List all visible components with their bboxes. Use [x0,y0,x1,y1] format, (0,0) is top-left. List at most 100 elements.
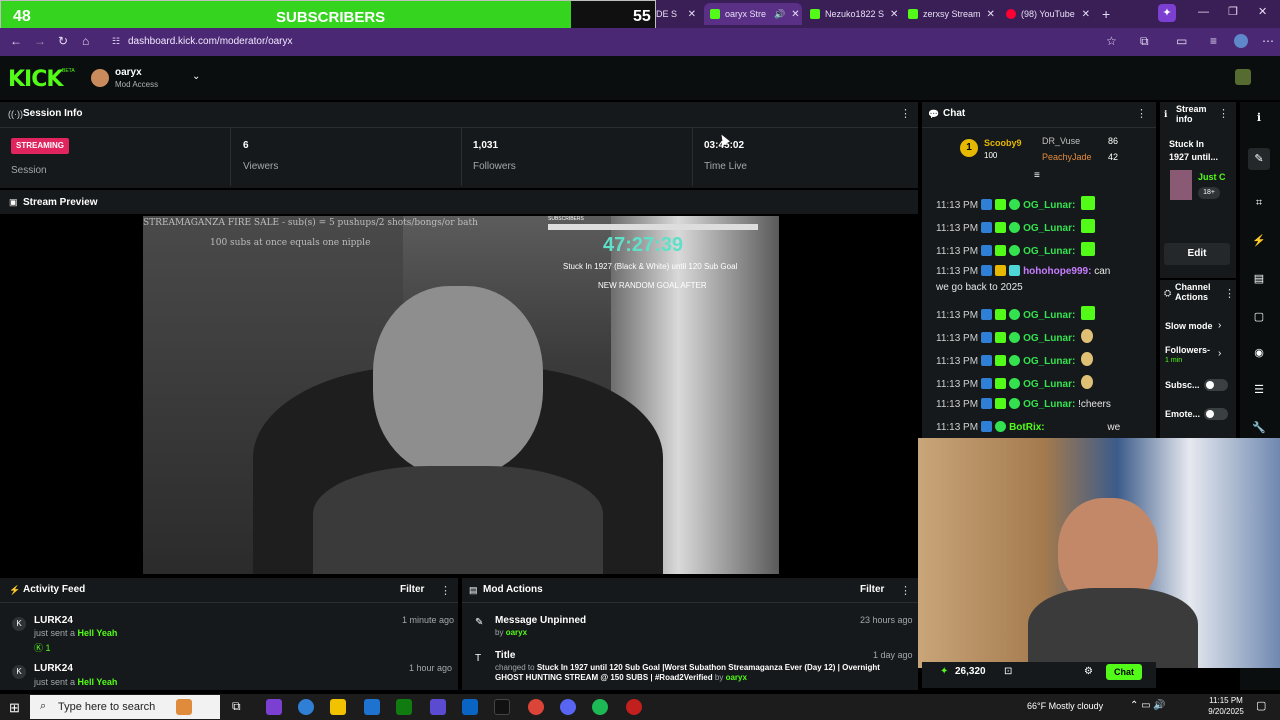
wrench-icon[interactable]: 🔧 [1252,421,1266,435]
chevron-down-icon[interactable]: ⌄ [192,71,200,82]
split-screen-icon[interactable]: ▭ [1176,34,1187,48]
store-icon[interactable] [364,699,380,715]
more-vertical-icon[interactable]: ⋮ [1136,107,1147,120]
reload-icon[interactable]: ↻ [58,34,68,48]
widget-icon[interactable] [176,699,192,715]
followers-mode-label[interactable]: Followers- [1165,345,1210,355]
edge-icon[interactable] [298,699,314,715]
filter-button[interactable]: Filter [860,584,884,595]
more-vertical-icon[interactable]: ⋮ [1224,287,1235,300]
tab-youtube[interactable]: (98) YouTube ✕ [1000,3,1096,25]
forward-icon[interactable]: → [34,34,46,48]
obs-icon[interactable] [626,699,642,715]
teams-icon[interactable] [430,699,446,715]
chat-message[interactable]: 11:13 PM BotRix: we [936,421,1120,433]
chat-message[interactable]: 11:13 PM OG_Lunar: [936,196,1096,211]
tab-zerxsy[interactable]: zerxsy Stream ✕ [902,3,1000,25]
clock-date[interactable]: 9/20/2025 [1205,707,1247,716]
emote-toggle[interactable] [1204,408,1228,420]
outlook-icon[interactable] [462,699,478,715]
user-avatar[interactable] [1235,69,1251,85]
windows-start-icon[interactable]: ⊞ [9,700,20,716]
chevron-right-icon[interactable]: › [1218,320,1221,331]
chat-send-button[interactable]: Chat [1106,664,1142,680]
document-icon[interactable]: ▤ [1252,272,1266,286]
close-icon[interactable]: ✕ [1076,9,1090,20]
favorite-star-icon[interactable]: ☆ [1106,34,1117,48]
divider [461,128,462,186]
stream-preview-video[interactable]: STREAMAGANZA FIRE SALE - sub(s) = 5 push… [143,216,779,574]
broadcast-icon[interactable]: ◉ [1252,346,1266,360]
filter-lines-icon[interactable]: ≡ [1034,170,1040,181]
close-icon[interactable]: ✕ [682,9,696,20]
more-icon[interactable]: ⋯ [1262,34,1274,48]
category-name[interactable]: Just C [1198,172,1226,182]
site-info-icon[interactable]: ☷ [112,36,120,47]
profile-avatar[interactable] [1234,34,1248,48]
close-icon[interactable]: ✕ [884,9,898,20]
gear-icon[interactable]: ⚙ [1084,666,1093,677]
chat-message[interactable]: 11:13 PM hohohope999: can [936,265,1110,277]
extensions-icon[interactable]: ⧉ [1140,34,1149,49]
minimize-icon[interactable]: — [1198,6,1209,18]
subscribers-toggle[interactable] [1204,379,1228,391]
notification-icon[interactable]: ▢ [1256,699,1266,712]
tab-oaryx[interactable]: oaryx Stre 🔊 ✕ [704,3,802,25]
file-explorer-icon[interactable] [330,699,346,715]
back-icon[interactable]: ← [10,34,22,48]
speaker-icon[interactable]: 🔊 [774,9,785,20]
activity-feed-title: Activity Feed [23,584,86,595]
edit-button[interactable]: Edit [1164,243,1230,265]
chat-message[interactable]: 11:13 PM OG_Lunar: !cheers [936,398,1111,410]
weather-info[interactable]: 66°F Mostly cloudy [1027,701,1103,711]
spotify-icon[interactable] [592,699,608,715]
url-field[interactable]: dashboard.kick.com/moderator/oaryx [104,32,1134,52]
chat-message[interactable]: 11:13 PM OG_Lunar: [936,242,1096,257]
more-vertical-icon[interactable]: ⋮ [900,107,911,120]
subscriber-label: SUBSCRIBERS [276,9,386,26]
goal-text: Stuck In 1927 (Black & White) until 120 … [563,262,738,271]
more-vertical-icon[interactable]: ⋮ [1218,107,1229,120]
panel-icon[interactable]: ☰ [1252,383,1266,397]
lock-icon[interactable]: ⊡ [1004,666,1012,677]
clock-time[interactable]: 11:15 PM [1208,696,1244,705]
favorites-icon[interactable]: ≡ [1210,34,1217,48]
lightning-icon[interactable]: ⚡ [1252,234,1266,248]
chat-message[interactable]: 11:13 PM OG_Lunar: [936,306,1096,321]
more-vertical-icon[interactable]: ⋮ [900,584,911,597]
broadcast-icon: ((·)) [8,109,23,119]
filter-button[interactable]: Filter [400,584,424,595]
task-view-icon[interactable]: ⧉ [232,699,248,715]
copilot-icon[interactable]: ✦ [1158,4,1176,22]
close-icon[interactable]: ✕ [981,9,995,20]
discord-icon[interactable] [560,699,576,715]
info-icon[interactable]: ℹ [1252,111,1266,125]
kick-logo[interactable]: KICK [8,67,63,92]
close-icon[interactable]: ✕ [785,9,799,20]
tray-icons[interactable]: ⌃ ▭ 🔊 [1130,700,1166,711]
streamer-face [373,286,543,476]
restore-icon[interactable]: ❐ [1228,5,1238,18]
sale-overlay-subtext: 100 subs at once equals one nipple [210,238,371,248]
more-vertical-icon[interactable]: ⋮ [440,584,451,597]
stream-info-title: Stream info [1176,104,1207,124]
new-tab-icon[interactable]: + [1102,6,1110,22]
window-close-icon[interactable]: ✕ [1258,5,1267,18]
crop-icon[interactable]: ⌗ [1252,196,1266,210]
copilot-taskbar-icon[interactable] [266,699,282,715]
tiktok-icon[interactable] [494,699,510,715]
tab-nezuko1822[interactable]: Nezuko1822 S ✕ [804,3,900,25]
avatar[interactable] [91,69,109,87]
slow-mode-label[interactable]: Slow mode [1165,321,1213,331]
home-icon[interactable]: ⌂ [82,34,89,48]
channel-name[interactable]: oaryx [115,67,142,78]
chrome-icon[interactable] [528,699,544,715]
chat-message[interactable]: 11:13 PM OG_Lunar: [936,219,1096,234]
chat-message[interactable]: 11:13 PM OG_Lunar: [936,375,1094,390]
message-icon[interactable]: ▢ [1252,310,1266,324]
pencil-icon[interactable]: ✎ [1248,148,1270,170]
xbox-icon[interactable] [396,699,412,715]
chevron-right-icon[interactable]: › [1218,348,1221,359]
chat-message[interactable]: 11:13 PM OG_Lunar: [936,329,1094,344]
chat-message[interactable]: 11:13 PM OG_Lunar: [936,352,1094,367]
